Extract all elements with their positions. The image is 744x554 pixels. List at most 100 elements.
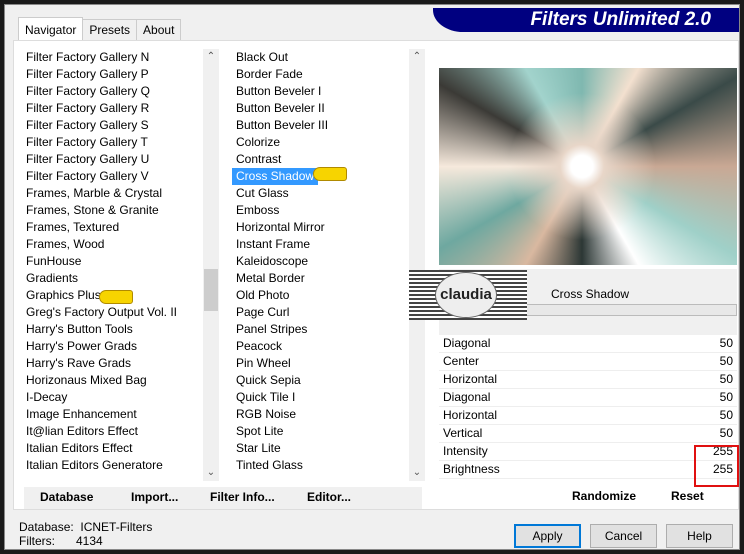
list-item[interactable]: Filter Factory Gallery S <box>22 117 219 134</box>
list-item[interactable]: It@lian Editors Effect <box>22 423 219 440</box>
parameter-slider[interactable]: Intensity 255 <box>439 443 737 461</box>
list-item[interactable]: Kaleidoscope <box>232 253 425 270</box>
list-item[interactable]: Emboss <box>232 202 425 219</box>
list-item[interactable]: Greg's Factory Output Vol. II <box>22 304 219 321</box>
list-item[interactable]: Harry's Rave Grads <box>22 355 219 372</box>
list-item[interactable]: Gradients <box>22 270 219 287</box>
tab-about[interactable]: About <box>136 19 182 41</box>
list-item[interactable]: Colorize <box>232 134 425 151</box>
list-item[interactable]: Panel Stripes <box>232 321 425 338</box>
tab-presets[interactable]: Presets <box>82 19 138 41</box>
apply-button[interactable]: Apply <box>514 524 581 548</box>
filter-name: Cross Shadow <box>551 287 630 301</box>
parameter-slider[interactable]: Horizontal 50 <box>439 407 737 425</box>
list-item[interactable]: Frames, Wood <box>22 236 219 253</box>
list-item[interactable]: Old Photo <box>232 287 425 304</box>
list-item[interactable]: Filter Factory Gallery V <box>22 168 219 185</box>
parameter-label: Horizontal <box>443 408 498 422</box>
cancel-button[interactable]: Cancel <box>590 524 657 548</box>
list-item[interactable]: Quick Tile I <box>232 389 425 406</box>
selected-list-item[interactable]: Cross Shadow <box>232 168 319 185</box>
list-item[interactable]: Cut Glass <box>232 185 425 202</box>
list-item[interactable]: Peacock <box>232 338 425 355</box>
filter-preview-image <box>439 68 737 265</box>
list-item[interactable]: Black Out <box>232 49 425 66</box>
navigator-pane: ⌃ ⌄ Filter Factory Gallery N Filter Facto… <box>13 40 739 510</box>
list-item[interactable]: I-Decay <box>22 389 219 406</box>
randomize-button[interactable]: Randomize <box>572 489 636 503</box>
list-item[interactable]: Frames, Marble & Crystal <box>22 185 219 202</box>
list-item[interactable]: Pin Wheel <box>232 355 425 372</box>
list-item[interactable]: Harry's Button Tools <box>22 321 219 338</box>
list-item[interactable]: Horizonaus Mixed Bag <box>22 372 219 389</box>
list-item[interactable]: Quick Sepia <box>232 372 425 389</box>
parameter-slider[interactable]: Diagonal 50 <box>439 335 737 353</box>
parameter-slider[interactable]: Vertical 50 <box>439 425 737 443</box>
category-list[interactable]: ⌃ ⌄ Filter Factory Gallery N Filter Facto… <box>22 49 219 481</box>
list-item[interactable]: Italian Editors Effect <box>22 440 219 457</box>
list-item[interactable]: Frames, Stone & Granite <box>22 202 219 219</box>
parameter-list: Diagonal 50 Center 50 Horizontal 50 Diagonal 50… <box>439 335 737 479</box>
app-title-banner: Filters Unlimited 2.0 <box>433 8 739 32</box>
list-item[interactable]: FunHouse <box>22 253 219 270</box>
filter-info-button[interactable]: Filter Info... <box>210 490 275 504</box>
parameter-label: Diagonal <box>443 390 491 404</box>
parameter-value: 50 <box>719 408 733 422</box>
highlight-box <box>694 445 739 487</box>
database-value: ICNET-Filters <box>80 520 153 534</box>
list-item[interactable]: Border Fade <box>232 66 425 83</box>
scroll-down-icon[interactable]: ⌄ <box>409 465 425 481</box>
list-item[interactable]: Button Beveler II <box>232 100 425 117</box>
list-item[interactable]: Instant Frame <box>232 236 425 253</box>
list-item[interactable]: Star Lite <box>232 440 425 457</box>
list-item[interactable]: Contrast <box>232 151 425 168</box>
list-item[interactable]: Metal Border <box>232 270 425 287</box>
parameter-slider[interactable]: Horizontal 50 <box>439 371 737 389</box>
filter-scrollbar[interactable]: ⌃ ⌄ <box>409 49 425 481</box>
parameter-value: 50 <box>719 336 733 350</box>
parameter-slider[interactable]: Diagonal 50 <box>439 389 737 407</box>
list-item[interactable]: Frames, Textured <box>22 219 219 236</box>
list-item[interactable]: Italian Editors Generatore <box>22 457 219 474</box>
filter-list[interactable]: ⌃ ⌄ Black Out Border Fade Button Beveler I… <box>232 49 425 481</box>
filters-unlimited-window: Filters Unlimited 2.0 Navigator Presets … <box>4 4 740 550</box>
parameter-label: Vertical <box>443 426 483 440</box>
help-button[interactable]: Help <box>666 524 733 548</box>
list-item[interactable]: Horizontal Mirror <box>232 219 425 236</box>
pointing-hand-icon <box>99 290 133 304</box>
list-item[interactable]: Image Enhancement <box>22 406 219 423</box>
parameter-value: 50 <box>719 390 733 404</box>
list-item[interactable]: Filter Factory Gallery U <box>22 151 219 168</box>
parameter-slider[interactable]: Brightness 255 <box>439 461 737 479</box>
import-button[interactable]: Import... <box>131 490 178 504</box>
list-item[interactable]: Filter Factory Gallery T <box>22 134 219 151</box>
list-item[interactable]: Tinted Glass <box>232 457 425 474</box>
scroll-thumb[interactable] <box>204 269 218 311</box>
reset-button[interactable]: Reset <box>671 489 704 503</box>
parameter-value: 50 <box>719 372 733 386</box>
parameter-label: Diagonal <box>443 336 491 350</box>
list-item[interactable]: Filter Factory Gallery R <box>22 100 219 117</box>
scroll-up-icon[interactable]: ⌃ <box>203 49 219 65</box>
tab-navigator[interactable]: Navigator <box>18 17 84 41</box>
list-item[interactable]: RGB Noise <box>232 406 425 423</box>
parameter-slider[interactable]: Center 50 <box>439 353 737 371</box>
list-item[interactable]: Filter Factory Gallery N <box>22 49 219 66</box>
list-item[interactable]: Spot Lite <box>232 423 425 440</box>
scroll-up-icon[interactable]: ⌃ <box>409 49 425 65</box>
list-item[interactable]: Filter Factory Gallery Q <box>22 83 219 100</box>
parameter-label: Brightness <box>443 462 500 476</box>
scroll-down-icon[interactable]: ⌄ <box>203 465 219 481</box>
parameter-value: 50 <box>719 426 733 440</box>
parameter-label: Horizontal <box>443 372 498 386</box>
list-item[interactable]: Button Beveler I <box>232 83 425 100</box>
list-item[interactable]: Filter Factory Gallery P <box>22 66 219 83</box>
list-item[interactable]: Button Beveler III <box>232 117 425 134</box>
list-item[interactable]: Page Curl <box>232 304 425 321</box>
category-scrollbar[interactable]: ⌃ ⌄ <box>203 49 219 481</box>
list-item[interactable]: Harry's Power Grads <box>22 338 219 355</box>
database-button[interactable]: Database <box>40 490 93 504</box>
filters-count: 4134 <box>76 534 103 548</box>
parameter-label: Intensity <box>443 444 488 458</box>
editor-button[interactable]: Editor... <box>307 490 351 504</box>
